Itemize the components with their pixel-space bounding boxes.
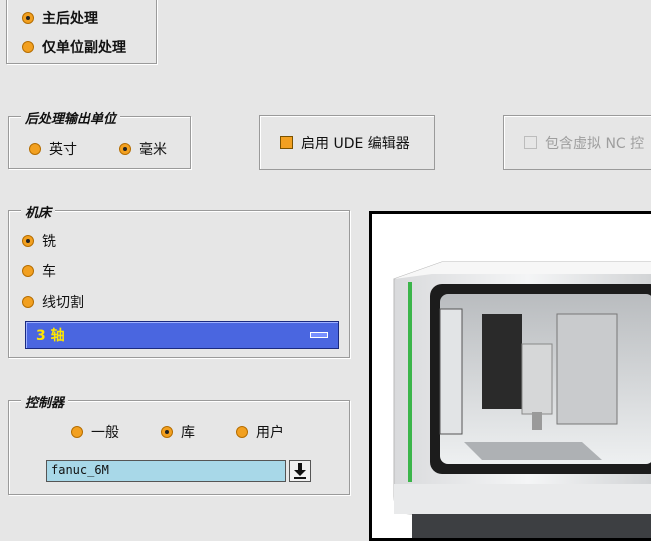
radio-indicator[interactable] <box>22 265 34 277</box>
radio-indicator[interactable] <box>29 143 41 155</box>
radio-library[interactable]: 库 <box>161 422 195 442</box>
radio-mm[interactable]: 毫米 <box>119 139 167 159</box>
radio-main-post[interactable]: 主后处理 <box>22 8 98 28</box>
units-group: 后处理输出单位 英寸 毫米 <box>8 108 191 169</box>
radio-indicator[interactable] <box>236 426 248 438</box>
virtual-nc-toggle[interactable]: 包含虚拟 NC 控 <box>503 115 651 170</box>
radio-label: 仅单位副处理 <box>42 40 126 56</box>
radio-label: 一般 <box>91 425 119 441</box>
radio-indicator[interactable] <box>22 41 34 53</box>
controller-title: 控制器 <box>21 392 69 411</box>
controller-download-button[interactable] <box>289 460 311 482</box>
radio-lathe[interactable]: 车 <box>22 261 56 281</box>
radio-indicator[interactable] <box>161 426 173 438</box>
radio-label: 铣 <box>42 234 56 250</box>
radio-wire-edm[interactable]: 线切割 <box>22 292 84 312</box>
radio-indicator[interactable] <box>71 426 83 438</box>
controller-field[interactable]: fanuc_6M <box>46 460 286 482</box>
checkbox-indicator[interactable] <box>280 136 293 149</box>
radio-label: 毫米 <box>139 142 167 158</box>
radio-label: 英寸 <box>49 142 77 158</box>
download-icon <box>294 463 306 479</box>
machine-title: 机床 <box>21 202 56 221</box>
post-mode-group: 主后处理 仅单位副处理 <box>6 0 157 64</box>
axis-select[interactable]: 3 轴 <box>25 321 339 349</box>
radio-label: 库 <box>181 425 195 441</box>
radio-indicator[interactable] <box>22 296 34 308</box>
radio-label: 主后处理 <box>42 11 98 27</box>
virtual-nc-label: 包含虚拟 NC 控 <box>545 135 645 152</box>
milling-machine-illustration <box>393 261 651 538</box>
radio-unit-only-post[interactable]: 仅单位副处理 <box>22 37 126 57</box>
radio-mill[interactable]: 铣 <box>22 231 56 251</box>
radio-indicator[interactable] <box>119 143 131 155</box>
radio-label: 线切割 <box>42 295 84 311</box>
radio-indicator[interactable] <box>22 235 34 247</box>
radio-label: 车 <box>42 264 56 280</box>
machine-preview-image <box>369 211 651 541</box>
radio-generic[interactable]: 一般 <box>71 422 119 442</box>
axis-select-value: 3 轴 <box>36 328 65 344</box>
radio-indicator[interactable] <box>22 12 34 24</box>
radio-user[interactable]: 用户 <box>236 422 284 442</box>
units-title: 后处理输出单位 <box>21 108 121 127</box>
checkbox-indicator[interactable] <box>524 136 537 149</box>
option-menu-icon <box>310 332 328 338</box>
ude-editor-label: 启用 UDE 编辑器 <box>301 135 410 152</box>
ude-editor-toggle[interactable]: 启用 UDE 编辑器 <box>259 115 435 170</box>
radio-inch[interactable]: 英寸 <box>29 139 77 159</box>
radio-label: 用户 <box>256 425 284 441</box>
